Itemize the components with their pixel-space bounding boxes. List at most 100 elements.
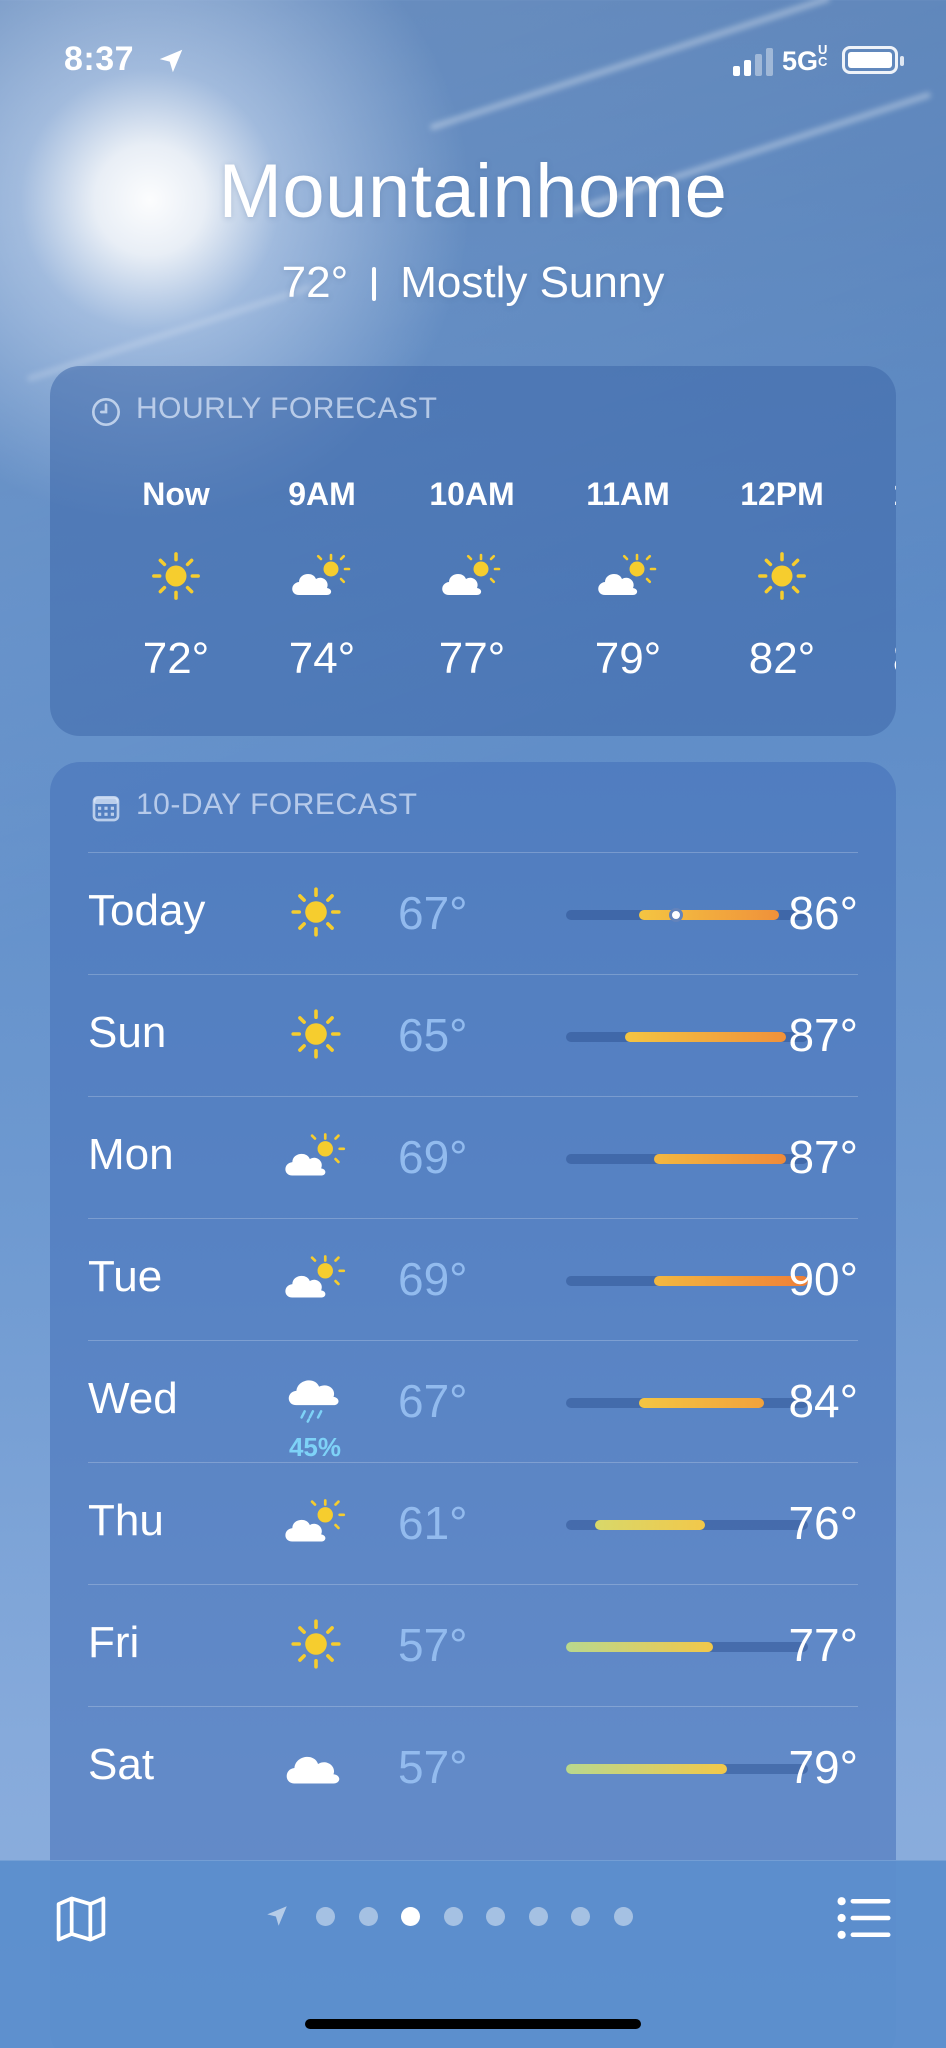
hourly-forecast-card[interactable]: HOURLY FORECAST Now 72° 9AM 74° 10AM 77° 11AM 7…: [50, 366, 896, 736]
row-divider: [88, 1096, 858, 1097]
row-divider: [88, 1706, 858, 1707]
temperature-range-bar: [566, 1032, 808, 1042]
hourly-temperature: 83°: [866, 634, 896, 684]
hourly-time: 9AM: [288, 476, 356, 512]
ten-day-forecast-title: 10-DAY FORECAST: [136, 788, 418, 821]
page-indicator[interactable]: [264, 1901, 684, 1931]
partly-cloudy-icon: [437, 546, 507, 606]
page-dot[interactable]: [401, 1907, 420, 1926]
current-condition: Mostly Sunny: [400, 258, 665, 307]
network-type: 5GUC: [782, 42, 828, 76]
low-temperature: 57°: [398, 1619, 468, 1671]
temperature-range-fill: [624, 1032, 786, 1042]
status-bar: 8:37 5GUC: [0, 0, 946, 120]
day-label: Fri: [88, 1618, 140, 1667]
battery-icon: [842, 46, 904, 74]
high-temperature: 87°: [788, 1131, 858, 1183]
temperature-range-fill: [595, 1520, 706, 1530]
temperature-range-bar: [566, 1520, 808, 1530]
high-temperature: 84°: [788, 1375, 858, 1427]
hourly-time: 1PM: [866, 476, 896, 516]
partly-cloudy-icon: [280, 1126, 352, 1186]
row-divider: [88, 974, 858, 975]
page-dot[interactable]: [613, 1907, 633, 1926]
hourly-item: Now 72°: [116, 476, 236, 684]
low-temperature: 67°: [398, 887, 468, 939]
high-temperature: 86°: [788, 887, 858, 939]
daily-row[interactable]: Today 67° 86°: [88, 852, 858, 974]
current-conditions: 72° Mostly Sunny: [0, 258, 946, 308]
ten-day-forecast-card[interactable]: 10-DAY FORECAST Today 67° 86° Sun 65° 87° Mon 6…: [50, 762, 896, 2048]
row-divider: [88, 1218, 858, 1219]
hourly-item: 9AM 74°: [262, 476, 382, 684]
bottom-toolbar: [0, 1860, 946, 2048]
precipitation-chance: 45%: [288, 1432, 342, 1462]
daily-row[interactable]: Fri 57° 77°: [88, 1584, 858, 1706]
home-indicator: [305, 2019, 641, 2029]
temperature-range-fill: [639, 1398, 764, 1408]
hourly-time: 11AM: [586, 476, 670, 512]
page-dot[interactable]: [443, 1907, 463, 1926]
calendar-icon: [92, 796, 120, 822]
temperature-range-bar: [566, 1764, 808, 1774]
daily-row[interactable]: Wed 45% 67° 84°: [88, 1340, 858, 1462]
hourly-item: 1PM 83°: [866, 476, 896, 684]
row-divider: [88, 1462, 858, 1463]
hourly-temperature: 79°: [594, 634, 662, 683]
partly-cloudy-icon: [280, 1492, 352, 1552]
current-location-page-icon[interactable]: [264, 1903, 290, 1929]
hourly-time: 12PM: [740, 476, 824, 512]
clock-icon: [92, 398, 120, 426]
day-label: Sat: [88, 1740, 155, 1789]
temperature-range-bar: [566, 908, 808, 922]
page-dot[interactable]: [528, 1907, 548, 1926]
low-temperature: 69°: [398, 1131, 468, 1183]
row-divider: [88, 1340, 858, 1341]
partly-cloudy-icon: [593, 546, 663, 606]
cellular-signal-icon: [733, 48, 775, 76]
temperature-range-fill: [654, 1276, 808, 1286]
low-temperature: 65°: [398, 1009, 468, 1061]
sun-icon: [280, 1614, 352, 1674]
location-list-icon[interactable]: [836, 1895, 892, 1941]
daily-row[interactable]: Mon 69° 87°: [88, 1096, 858, 1218]
page-dot[interactable]: [571, 1907, 590, 1926]
daily-row[interactable]: Tue 69° 90°: [88, 1218, 858, 1340]
high-temperature: 79°: [788, 1741, 858, 1793]
page-dot[interactable]: [316, 1907, 335, 1926]
low-temperature: 57°: [398, 1741, 468, 1793]
sun-icon: [747, 546, 817, 606]
sun-icon: [280, 882, 352, 942]
sun-icon: [891, 546, 896, 606]
separator: [372, 267, 377, 301]
map-icon[interactable]: [52, 1891, 110, 1947]
daily-row[interactable]: Sat 57° 79°: [88, 1706, 858, 1828]
hourly-time: 10AM: [429, 476, 515, 512]
hourly-temperature: 74°: [288, 634, 356, 683]
day-label: Sun: [88, 1008, 167, 1057]
daily-row[interactable]: Thu 61° 76°: [88, 1462, 858, 1584]
high-temperature: 90°: [788, 1253, 858, 1305]
day-label: Wed: [88, 1374, 178, 1423]
hourly-temperature: 77°: [438, 634, 506, 683]
page-dot[interactable]: [358, 1907, 378, 1926]
low-temperature: 67°: [398, 1375, 468, 1427]
daily-row[interactable]: Sun 65° 87°: [88, 974, 858, 1096]
partly-cloudy-icon: [287, 546, 357, 606]
city-name: Mountainhome: [218, 149, 728, 234]
temperature-range-fill: [639, 910, 779, 920]
temperature-range-bar: [566, 1276, 808, 1286]
low-temperature: 69°: [398, 1253, 468, 1305]
hourly-forecast-title: HOURLY FORECAST: [136, 392, 438, 425]
partly-cloudy-icon: [280, 1248, 352, 1308]
hourly-item: 12PM 82°: [722, 476, 842, 684]
day-label: Tue: [88, 1252, 163, 1301]
hourly-time: Now: [142, 476, 210, 512]
high-temperature: 76°: [788, 1497, 858, 1549]
sun-icon: [141, 546, 211, 606]
temperature-range-fill: [566, 1642, 713, 1652]
page-dot[interactable]: [486, 1907, 505, 1926]
current-temperature: 72°: [281, 258, 349, 307]
current-temperature-marker: [669, 908, 683, 922]
temperature-range-bar: [566, 1154, 808, 1164]
